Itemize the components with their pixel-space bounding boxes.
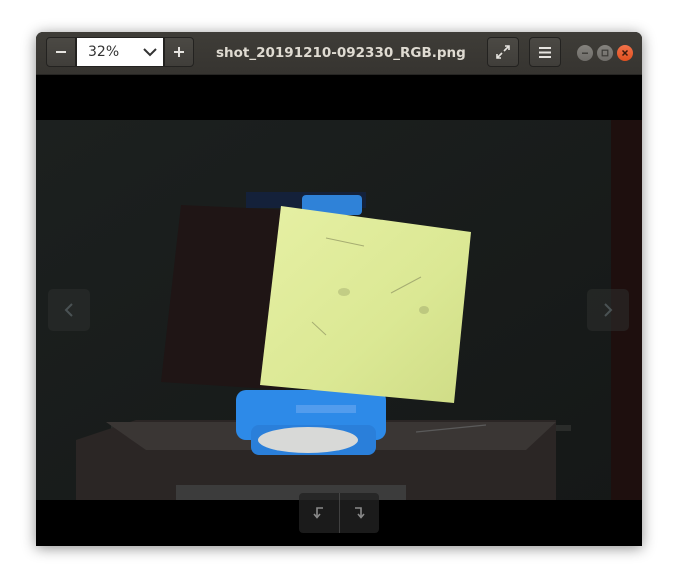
fullscreen-icon <box>496 45 510 59</box>
minimize-button[interactable] <box>577 45 593 61</box>
zoom-in-button[interactable] <box>164 37 194 67</box>
rotate-right-button[interactable] <box>339 493 379 533</box>
close-button[interactable] <box>617 45 633 61</box>
next-image-button[interactable] <box>587 289 629 331</box>
rotate-right-icon <box>355 507 365 519</box>
image-viewer-window: 32% shot_20191210-092330_RGB.png <box>36 32 642 546</box>
chevron-right-icon <box>604 303 613 317</box>
rotate-controls <box>299 493 379 533</box>
fullscreen-button[interactable] <box>487 37 519 67</box>
minimize-icon <box>582 52 588 54</box>
maximize-icon <box>601 49 609 57</box>
header-bar: 32% shot_20191210-092330_RGB.png <box>36 32 642 75</box>
chevron-down-icon[interactable] <box>137 37 163 67</box>
close-icon <box>621 49 629 57</box>
zoom-level-value[interactable]: 32% <box>77 44 137 60</box>
chevron-left-icon <box>64 303 73 317</box>
minus-icon <box>56 51 66 53</box>
image-view[interactable] <box>36 75 642 546</box>
maximize-button[interactable] <box>597 45 613 61</box>
plus-icon <box>174 47 184 57</box>
zoom-out-button[interactable] <box>46 37 76 67</box>
rotate-left-icon <box>313 507 323 519</box>
previous-image-button[interactable] <box>48 289 90 331</box>
rotate-left-button[interactable] <box>299 493 339 533</box>
image-content <box>36 120 642 500</box>
menu-button[interactable] <box>529 37 561 67</box>
window-title: shot_20191210-092330_RGB.png <box>216 45 466 61</box>
hamburger-menu-icon <box>539 46 551 58</box>
zoom-combo[interactable]: 32% <box>76 37 164 67</box>
